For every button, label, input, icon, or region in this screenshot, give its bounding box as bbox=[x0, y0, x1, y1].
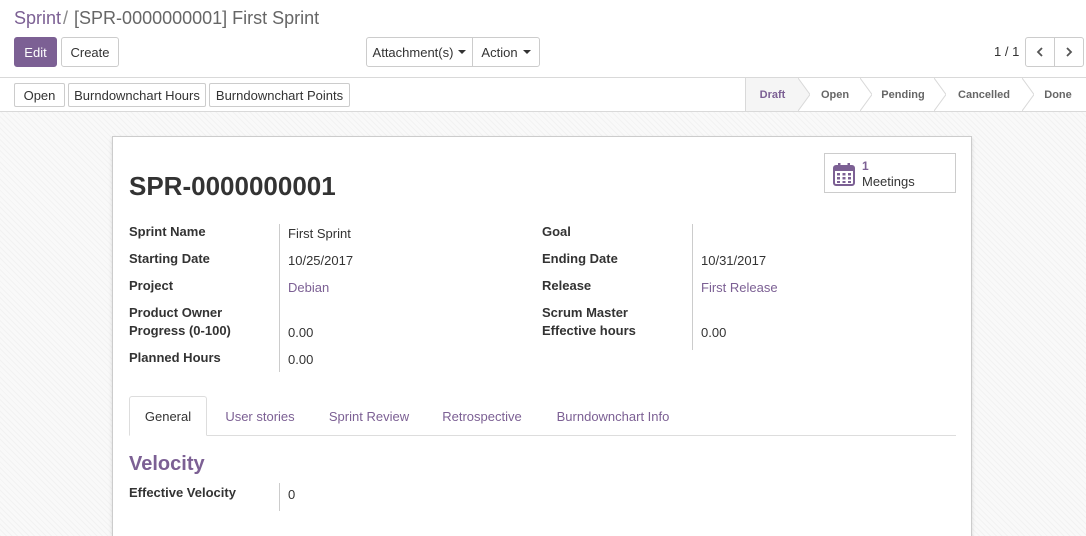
ending-date-value: 10/31/2017 bbox=[701, 253, 767, 268]
stage-arrow-icon bbox=[1022, 78, 1034, 111]
velocity-section-title: Velocity bbox=[129, 453, 205, 475]
planned-hours-label: Planned Hours bbox=[129, 350, 221, 365]
stage-done[interactable]: Done bbox=[1034, 78, 1082, 111]
breadcrumb-current: [SPR-0000000001] First Sprint bbox=[74, 8, 320, 28]
burndownchart-hours-button[interactable]: Burndownchart Hours bbox=[68, 83, 206, 107]
goal-label: Goal bbox=[542, 224, 571, 239]
stage-arrow-icon bbox=[934, 78, 946, 111]
breadcrumb: Sprint / [SPR-0000000001] First Sprint bbox=[14, 8, 319, 29]
effective-hours-label: Effective hours bbox=[542, 323, 636, 338]
project-label: Project bbox=[129, 278, 174, 293]
pager-next-button[interactable] bbox=[1054, 37, 1084, 67]
action-label: Action bbox=[481, 44, 518, 60]
stage-open[interactable]: Open bbox=[810, 78, 860, 111]
pager-previous-button[interactable] bbox=[1025, 37, 1055, 67]
project-link[interactable]: Debian bbox=[288, 280, 329, 295]
breadcrumb-separator: / bbox=[63, 8, 69, 28]
meetings-label: Meetings bbox=[862, 174, 915, 189]
control-panel: Sprint / [SPR-0000000001] First Sprint Edi… bbox=[0, 0, 1086, 78]
form-sheet: 1 Meetings SPR-0000000001 Sprint Name Fi… bbox=[112, 136, 972, 536]
field-divider bbox=[279, 483, 280, 511]
tab-general[interactable]: General bbox=[129, 396, 207, 436]
release-label: Release bbox=[542, 278, 592, 293]
caret-down-icon bbox=[458, 50, 467, 54]
calendar-icon bbox=[833, 163, 855, 186]
tab-sprint-review[interactable]: Sprint Review bbox=[315, 396, 423, 436]
burndownchart-points-button[interactable]: Burndownchart Points bbox=[209, 83, 350, 107]
sprint-name-value: First Sprint bbox=[288, 226, 351, 241]
sprint-name-label: Sprint Name bbox=[129, 224, 206, 239]
attachments-label: Attachment(s) bbox=[372, 44, 454, 60]
attachments-dropdown[interactable]: Attachment(s) bbox=[366, 37, 473, 67]
scrum-master-label: Scrum Master bbox=[542, 305, 628, 320]
release-link[interactable]: First Release bbox=[701, 280, 778, 295]
ending-date-label: Ending Date bbox=[542, 251, 618, 266]
stage-pipeline: Draft Open Pending Cancelled Done bbox=[745, 78, 1086, 111]
field-divider bbox=[692, 224, 693, 350]
stage-pending[interactable]: Pending bbox=[872, 78, 934, 111]
open-button[interactable]: Open bbox=[14, 83, 65, 107]
chevron-left-icon bbox=[1036, 47, 1043, 57]
record-title: SPR-0000000001 bbox=[129, 171, 336, 201]
product-owner-label: Product Owner bbox=[129, 305, 223, 320]
stage-arrow-icon bbox=[860, 78, 872, 111]
form-statusbar: Open Burndownchart Hours Burndownchart P… bbox=[0, 78, 1086, 112]
stage-cancelled[interactable]: Cancelled bbox=[946, 78, 1022, 111]
stage-arrow-icon bbox=[798, 78, 810, 111]
progress-value: 0.00 bbox=[288, 325, 314, 340]
effective-velocity-value: 0 bbox=[288, 487, 296, 502]
meetings-smart-button[interactable]: 1 Meetings bbox=[824, 153, 956, 193]
tab-retrospective[interactable]: Retrospective bbox=[431, 396, 533, 436]
form-content-area: 1 Meetings SPR-0000000001 Sprint Name Fi… bbox=[0, 112, 1086, 536]
breadcrumb-parent-link[interactable]: Sprint bbox=[14, 8, 61, 28]
caret-down-icon bbox=[522, 50, 531, 54]
create-button[interactable]: Create bbox=[61, 37, 119, 67]
notebook-tabs: General User stories Sprint Review Retro… bbox=[129, 396, 956, 436]
meetings-count: 1 bbox=[862, 159, 869, 173]
starting-date-value: 10/25/2017 bbox=[288, 253, 354, 268]
effective-velocity-label: Effective Velocity bbox=[129, 485, 236, 500]
stage-draft[interactable]: Draft bbox=[746, 78, 799, 111]
progress-label: Progress (0-100) bbox=[129, 323, 231, 338]
chevron-right-icon bbox=[1066, 47, 1073, 57]
tab-burndownchart-info[interactable]: Burndownchart Info bbox=[543, 396, 683, 436]
edit-button[interactable]: Edit bbox=[14, 37, 57, 67]
tab-user-stories[interactable]: User stories bbox=[215, 396, 305, 436]
starting-date-label: Starting Date bbox=[129, 251, 210, 266]
action-dropdown[interactable]: Action bbox=[472, 37, 540, 67]
pager-value[interactable]: 1 / 1 bbox=[994, 44, 1019, 59]
field-divider bbox=[279, 224, 280, 372]
planned-hours-value: 0.00 bbox=[288, 352, 314, 367]
effective-hours-value: 0.00 bbox=[701, 325, 727, 340]
